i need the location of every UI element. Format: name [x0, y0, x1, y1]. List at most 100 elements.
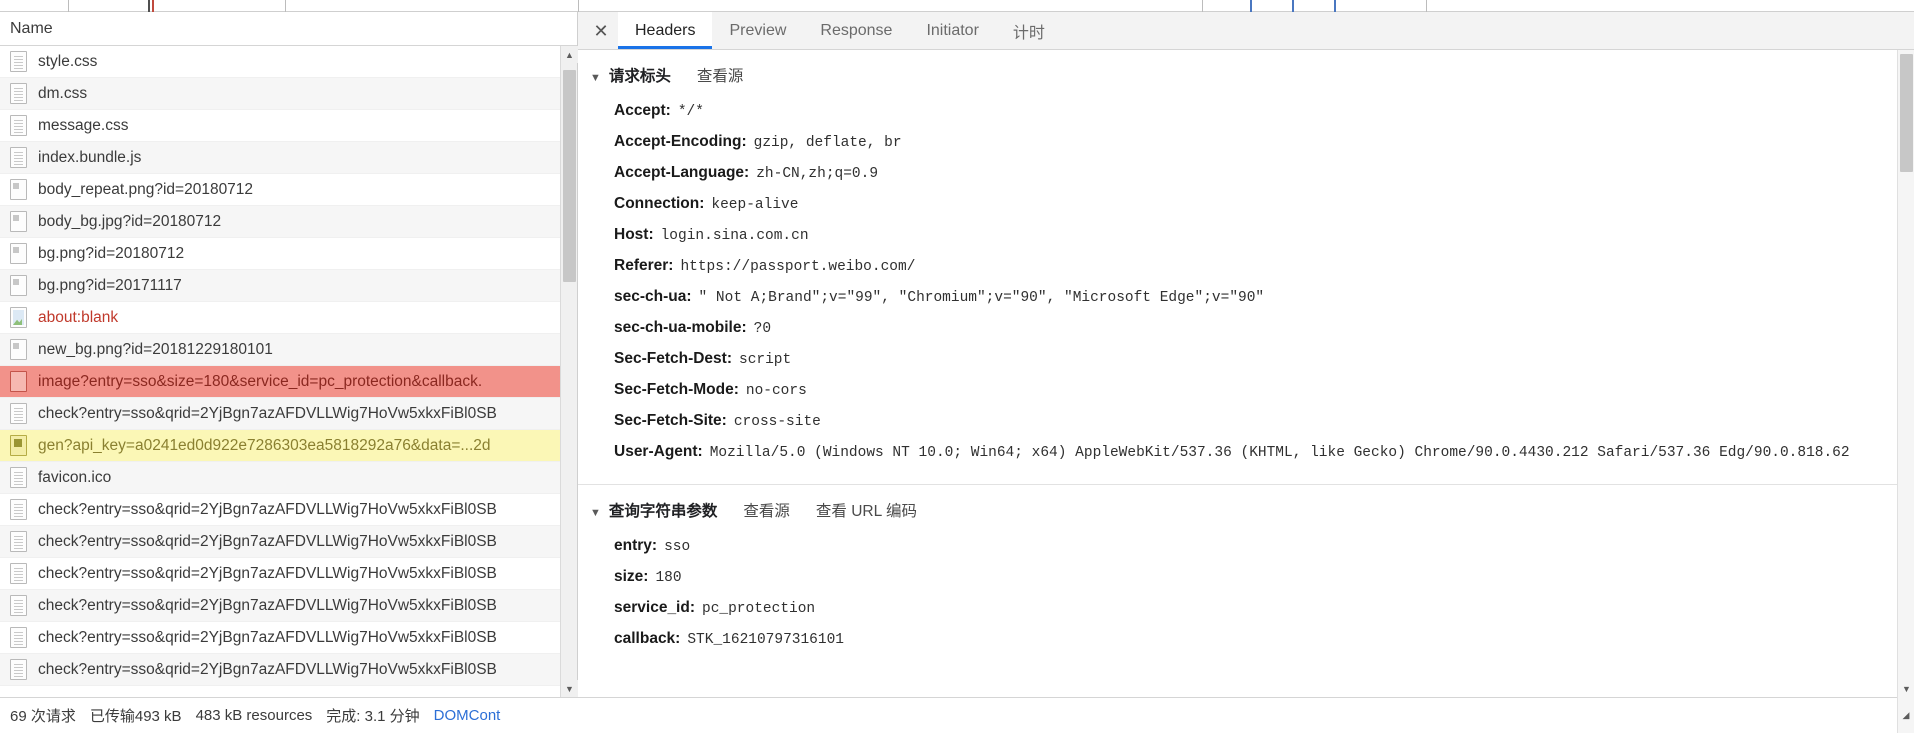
header-key: Accept:: [614, 102, 671, 119]
request-name: image?entry=sso&size=180&service_id=pc_p…: [38, 372, 483, 390]
chevron-down-icon[interactable]: ▼: [590, 72, 601, 84]
timeline-tick: [1426, 0, 1427, 12]
request-details-pane: ✕ Headers Preview Response Initiator 计时 ▼ 请求…: [578, 12, 1914, 697]
request-header-row: Accept-Language: zh-CN,zh;q=0.9: [578, 158, 1914, 189]
header-key: Sec-Fetch-Dest:: [614, 350, 732, 368]
document-icon: [10, 499, 27, 520]
header-value: Mozilla/5.0 (Windows NT 10.0; Win64; x64…: [709, 445, 1850, 462]
request-name: check?entry=sso&qrid=2YjBgn7azAFDVLLWig7…: [38, 628, 497, 646]
query-view-url-encoded-link[interactable]: 查看 URL 编码: [816, 499, 917, 521]
status-finish: 完成: 3.1 分钟: [326, 708, 420, 725]
details-scrollbar[interactable]: ▼: [1897, 50, 1914, 697]
image-icon: [10, 243, 27, 264]
header-value: */*: [677, 104, 704, 120]
table-row[interactable]: body_bg.jpg?id=20180712: [0, 206, 577, 238]
document-icon: [10, 403, 27, 424]
request-headers-section-title[interactable]: ▼ 请求标头 查看源: [578, 64, 1914, 96]
table-row[interactable]: new_bg.png?id=20181229180101: [0, 334, 577, 366]
request-name: favicon.ico: [38, 468, 112, 486]
table-row[interactable]: check?entry=sso&qrid=2YjBgn7azAFDVLLWig7…: [0, 622, 577, 654]
query-param-row: service_id: pc_protection: [578, 593, 1914, 624]
header-key: service_id:: [614, 599, 695, 617]
timeline-tick: [1202, 0, 1203, 12]
header-value: zh-CN,zh;q=0.9: [756, 166, 879, 183]
query-param-row: callback: STK_16210797316101: [578, 624, 1914, 655]
header-key: Host:: [614, 226, 654, 244]
table-row[interactable]: bg.png?id=20180712: [0, 238, 577, 270]
document-icon: [10, 147, 27, 168]
request-list-scrollbar[interactable]: ▲ ▼: [560, 46, 578, 697]
request-header-row: Sec-Fetch-Dest: script: [578, 344, 1914, 375]
tab-计时[interactable]: 计时: [996, 12, 1062, 49]
request-header-row: User-Agent: Mozilla/5.0 (Windows NT 10.0;…: [578, 437, 1914, 468]
header-key: entry:: [614, 537, 658, 555]
table-row[interactable]: image?entry=sso&size=180&service_id=pc_p…: [0, 366, 577, 398]
request-name: new_bg.png?id=20181229180101: [38, 340, 273, 358]
header-key: size:: [614, 568, 649, 586]
tab-preview[interactable]: Preview: [712, 12, 803, 49]
table-row[interactable]: check?entry=sso&qrid=2YjBgn7azAFDVLLWig7…: [0, 494, 577, 526]
timeline-tick-blue: [1250, 0, 1252, 12]
timeline-tick: [578, 0, 579, 12]
table-row[interactable]: body_repeat.png?id=20180712: [0, 174, 577, 206]
table-row[interactable]: index.bundle.js: [0, 142, 577, 174]
table-row[interactable]: dm.css: [0, 78, 577, 110]
request-header-row: Sec-Fetch-Mode: no-cors: [578, 375, 1914, 406]
scroll-down-arrow[interactable]: ▼: [561, 680, 578, 697]
table-row[interactable]: bg.png?id=20171117: [0, 270, 577, 302]
page-image-icon: [10, 307, 27, 328]
request-list-scroll[interactable]: style.css dm.css message.css index.bundle.j…: [0, 46, 577, 697]
table-row[interactable]: check?entry=sso&qrid=2YjBgn7azAFDVLLWig7…: [0, 590, 577, 622]
details-scrollbar-thumb[interactable]: [1900, 54, 1913, 172]
view-source-link[interactable]: 查看源: [697, 64, 744, 86]
header-key: Connection:: [614, 195, 705, 213]
header-value: " Not A;Brand";v="99", "Chromium";v="90"…: [698, 290, 1265, 307]
query-string-section-title[interactable]: ▼ 查询字符串参数 查看源 查看 URL 编码: [578, 499, 1914, 531]
document-icon: [10, 563, 27, 584]
document-icon: [10, 595, 27, 616]
chevron-down-icon[interactable]: ▼: [590, 507, 601, 519]
scrollbar-thumb[interactable]: [563, 70, 576, 282]
close-icon[interactable]: ✕: [584, 12, 618, 49]
table-row[interactable]: gen?api_key=a0241ed0d922e7286303ea581829…: [0, 430, 577, 462]
header-value: cross-site: [733, 414, 821, 431]
table-row[interactable]: check?entry=sso&qrid=2YjBgn7azAFDVLLWig7…: [0, 526, 577, 558]
corner-scroll-arrow[interactable]: ◢: [1897, 697, 1914, 733]
tab-headers[interactable]: Headers: [618, 12, 713, 49]
tab-initiator[interactable]: Initiator: [909, 12, 995, 49]
query-string-list: entry: sso size: 180 service_id: pc_protectio…: [578, 531, 1914, 661]
header-key: Accept-Language:: [614, 164, 750, 182]
column-header-name[interactable]: Name: [10, 20, 53, 38]
table-row[interactable]: style.css: [0, 46, 577, 78]
request-name: check?entry=sso&qrid=2YjBgn7azAFDVLLWig7…: [38, 532, 497, 550]
scroll-up-arrow[interactable]: ▲: [561, 46, 578, 63]
header-value: STK_16210797316101: [687, 632, 844, 649]
header-value: pc_protection: [702, 601, 816, 618]
request-name: gen?api_key=a0241ed0d922e7286303ea581829…: [38, 436, 491, 454]
table-row[interactable]: favicon.ico: [0, 462, 577, 494]
request-name: bg.png?id=20171117: [38, 276, 182, 294]
query-string-label: 查询字符串参数: [608, 503, 718, 521]
header-value: gzip, deflate, br: [753, 135, 902, 152]
status-domcontentloaded: DOMCont: [433, 707, 501, 724]
tab-response[interactable]: Response: [803, 12, 909, 49]
request-name: check?entry=sso&qrid=2YjBgn7azAFDVLLWig7…: [38, 660, 497, 678]
header-key: Referer:: [614, 257, 674, 275]
query-view-source-link[interactable]: 查看源: [743, 499, 790, 521]
table-row[interactable]: message.css: [0, 110, 577, 142]
status-bar: 69 次请求 已传输493 kB 483 kB resources 完成: 3.…: [0, 697, 1914, 733]
timeline-tick: [285, 0, 286, 12]
document-icon: [10, 467, 27, 488]
request-name: style.css: [38, 52, 98, 70]
request-name: body_bg.jpg?id=20180712: [38, 212, 222, 230]
details-scroll-area[interactable]: ▼ 请求标头 查看源 Accept: */* Accept-Encoding: gzi…: [578, 50, 1914, 697]
table-row[interactable]: about:blank: [0, 302, 577, 334]
details-scroll-down-arrow[interactable]: ▼: [1898, 680, 1914, 697]
table-row[interactable]: check?entry=sso&qrid=2YjBgn7azAFDVLLWig7…: [0, 654, 577, 686]
table-row[interactable]: check?entry=sso&qrid=2YjBgn7azAFDVLLWig7…: [0, 398, 577, 430]
request-name: check?entry=sso&qrid=2YjBgn7azAFDVLLWig7…: [38, 500, 497, 518]
request-list-header: Name: [0, 12, 577, 46]
status-requests: 69 次请求: [10, 708, 76, 725]
header-value: no-cors: [745, 383, 807, 400]
table-row[interactable]: check?entry=sso&qrid=2YjBgn7azAFDVLLWig7…: [0, 558, 577, 590]
